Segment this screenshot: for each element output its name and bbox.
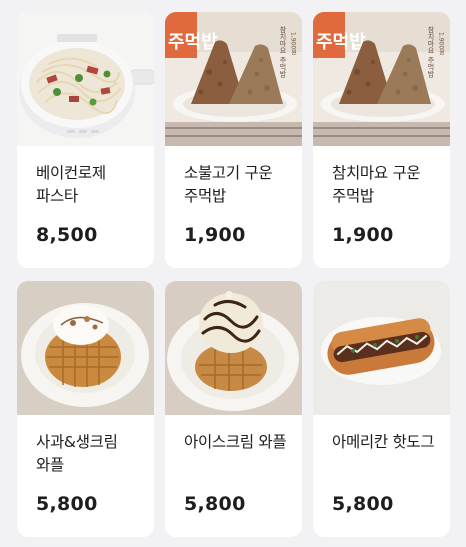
american-hotdog-photo [313,281,450,415]
photo-sign-price-text: 1,900원 [290,32,297,55]
photo-sign-big-text: 주먹밥 [168,32,218,53]
menu-item-price: 5,800 [184,493,246,515]
photo-sign-big-text: 주먹밥 [316,32,366,53]
bulgogi-grilled-rice-ball-photo: 주먹밥 참치마요 주먹밥 1,900원 [165,12,302,146]
menu-card-bacon-rose-pasta[interactable]: 베이컨로제 파스타 8,500 [17,12,154,268]
menu-item-name: 소불고기 구운 주먹밥 [184,164,273,205]
photo-sign-price-text: 1,900원 [438,32,445,55]
menu-item-name: 베이컨로제 파스타 [36,164,106,205]
menu-card-apple-cream-waffle[interactable]: 사과&생크림 와플 5,800 [17,281,154,537]
menu-item-name: 사과&생크림 와플 [36,433,118,474]
menu-item-name: 아이스크림 와플 [184,433,287,451]
menu-item-price: 5,800 [36,493,98,515]
menu-card-tuna-mayo-rice-ball[interactable]: 주먹밥 참치마요 주먹밥 1,900원 참치마요 구운 주먹밥 1,900 [313,12,450,268]
tuna-mayo-grilled-rice-ball-photo: 주먹밥 참치마요 주먹밥 1,900원 [313,12,450,146]
menu-item-name: 참치마요 구운 주먹밥 [332,164,421,205]
bacon-rose-pasta-photo [17,12,154,146]
menu-item-name: 아메리칸 핫도그 [332,433,435,451]
menu-item-price: 1,900 [184,224,246,246]
photo-sign-vertical-text: 참치마요 주먹밥 [279,26,287,77]
menu-item-price: 8,500 [36,224,98,246]
menu-card-icecream-waffle[interactable]: 아이스크림 와플 5,800 [165,281,302,537]
menu-card-bulgogi-rice-ball[interactable]: 주먹밥 참치마요 주먹밥 1,900원 소불고기 구운 주먹밥 1,900 [165,12,302,268]
icecream-waffle-photo [165,281,302,415]
menu-grid: 베이컨로제 파스타 8,500 주먹밥 참치마요 주먹밥 1,900원 소불고기… [17,12,450,537]
photo-sign-vertical-text: 참치마요 주먹밥 [427,26,435,77]
menu-item-price: 1,900 [332,224,394,246]
menu-item-price: 5,800 [332,493,394,515]
menu-card-american-hotdog[interactable]: 아메리칸 핫도그 5,800 [313,281,450,537]
apple-cream-waffle-photo [17,281,154,415]
